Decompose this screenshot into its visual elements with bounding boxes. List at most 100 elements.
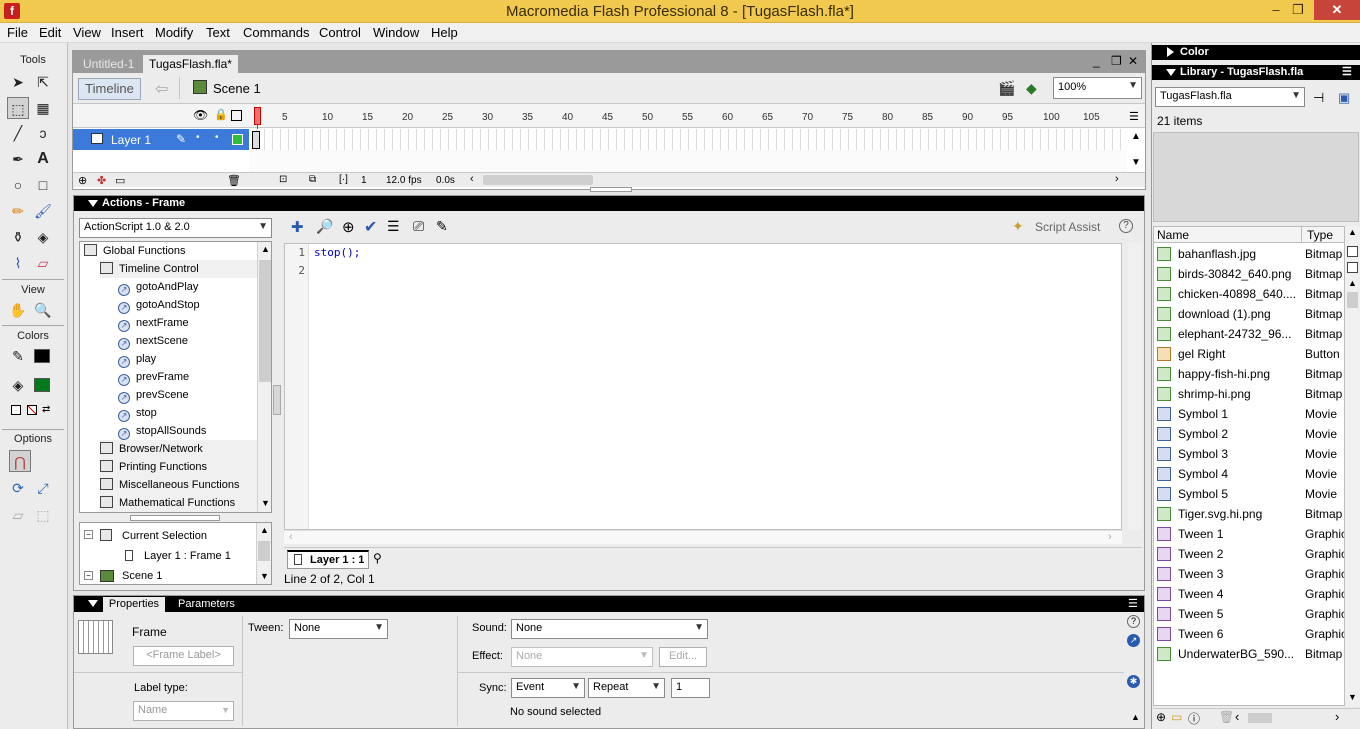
tree-folder-browser-network[interactable]: Browser/Network — [100, 440, 258, 458]
brush-tool-icon[interactable]: 🖌 — [32, 200, 54, 222]
frame-label-input[interactable]: <Frame Label> — [133, 646, 234, 666]
library-item[interactable]: Symbol 5 Movie — [1154, 484, 1344, 504]
visibility-dot-icon[interactable]: • — [196, 132, 200, 143]
menu-window[interactable]: Window — [373, 25, 419, 40]
expand-collapse-icon[interactable]: ▲ — [1131, 712, 1140, 722]
tree-scroll-thumb[interactable] — [259, 260, 271, 382]
tree-item-nextframe[interactable]: ↗ nextFrame — [118, 314, 189, 332]
insert-layer-icon[interactable]: ⊕ — [78, 174, 87, 187]
library-item[interactable]: Tween 4 Graphic — [1154, 584, 1344, 604]
library-item[interactable]: chicken-40898_640.... Bitmap — [1154, 284, 1344, 304]
editor-hscroll[interactable]: ‹ › — [284, 530, 1122, 544]
timeline-scroll-up-icon[interactable]: ▲ — [1131, 131, 1141, 142]
timeline-toggle-button[interactable]: Timeline — [78, 78, 141, 100]
scroll-down-icon[interactable]: ▼ — [1348, 692, 1357, 702]
collapse-triangle-icon[interactable] — [88, 200, 98, 207]
library-item[interactable]: Tween 3 Graphic — [1154, 564, 1344, 584]
tree-item-play[interactable]: ↗ play — [118, 350, 156, 368]
menu-edit[interactable]: Edit — [39, 25, 61, 40]
current-selection-label[interactable]: Current Selection — [122, 530, 207, 542]
menu-file[interactable]: File — [7, 25, 28, 40]
edit-symbols-icon[interactable]: ◆ — [1026, 80, 1037, 97]
scale-icon[interactable]: ⤢ — [32, 477, 54, 499]
repeat-select[interactable]: Repeat ▼ — [588, 678, 665, 698]
doc-close-button[interactable]: ✕ — [1128, 54, 1138, 68]
script-assist-wand-icon[interactable]: ✦ — [1012, 218, 1024, 235]
scroll-down-icon[interactable]: ▼ — [260, 571, 269, 581]
collapse-box-icon[interactable]: − — [84, 530, 93, 539]
close-window-button[interactable]: ✕ — [1314, 0, 1360, 20]
tree-folder-global-functions[interactable]: Global Functions — [84, 242, 186, 260]
col-type-header[interactable]: Type — [1307, 228, 1333, 242]
help-icon[interactable]: ? — [1119, 219, 1133, 233]
library-item[interactable]: Symbol 2 Movie — [1154, 424, 1344, 444]
navigator-scrollbar[interactable]: ▲ ▼ — [256, 523, 271, 584]
panel-splitter-handle[interactable] — [590, 187, 632, 192]
rotate-skew-icon[interactable]: ⟳ — [7, 477, 29, 499]
tree-item-stop[interactable]: ↗ stop — [118, 404, 157, 422]
actionscript-version-select[interactable]: ActionScript 1.0 & 2.0 ▼ — [79, 218, 272, 238]
zoom-tool-icon[interactable]: 🔍 — [32, 299, 54, 321]
black-white-icon[interactable] — [11, 405, 21, 415]
library-item[interactable]: birds-30842_640.png Bitmap — [1154, 264, 1344, 284]
library-scroll-left-icon[interactable]: ‹ — [1235, 709, 1239, 724]
layer-row[interactable]: Layer 1 ✎ • • — [73, 129, 249, 150]
library-menu-icon[interactable]: ☰ — [1342, 65, 1352, 78]
rectangle-tool-icon[interactable]: □ — [32, 174, 54, 196]
ink-bottle-icon[interactable]: ⚱ — [7, 226, 29, 248]
library-item[interactable]: Symbol 4 Movie — [1154, 464, 1344, 484]
sync-select[interactable]: Event ▼ — [511, 678, 585, 698]
insert-target-path-icon[interactable]: ⊕ — [342, 218, 355, 236]
lasso-tool-icon[interactable]: ↄ — [32, 122, 54, 144]
tree-folder-mathematical-functions[interactable]: Mathematical Functions — [100, 494, 258, 512]
eraser-icon[interactable]: ▱ — [32, 252, 54, 274]
frames-grid[interactable] — [249, 129, 1127, 150]
subselection-arrow-icon[interactable]: ⇱ — [32, 71, 54, 93]
timeline-scroll-down-icon[interactable]: ▼ — [1131, 157, 1141, 168]
navigator-scene-item[interactable]: Scene 1 — [122, 570, 162, 582]
scroll-down-icon[interactable]: ▼ — [261, 498, 270, 508]
library-vscroll[interactable]: ▲ ▲ ▼ — [1345, 226, 1360, 706]
pin-library-icon[interactable]: ⊣ — [1313, 90, 1324, 106]
stroke-color-swatch[interactable] — [34, 349, 50, 363]
pin-script-icon[interactable]: ⚲ — [373, 551, 382, 565]
tab-properties[interactable]: Properties — [103, 597, 165, 612]
outline-color-swatch[interactable] — [232, 134, 243, 145]
tree-folder-miscellaneous-functions[interactable]: Miscellaneous Functions — [100, 476, 258, 494]
text-tool-icon[interactable]: A — [32, 148, 54, 170]
scroll-up-icon[interactable]: ▲ — [260, 525, 269, 535]
script-assist-button[interactable]: Script Assist — [1035, 220, 1100, 234]
tree-item-prevframe[interactable]: ↗ prevFrame — [118, 368, 189, 386]
library-item[interactable]: download (1).png Bitmap — [1154, 304, 1344, 324]
properties-icon[interactable]: ⓘ — [1188, 710, 1200, 727]
paint-bucket-icon[interactable]: ◈ — [32, 226, 54, 248]
line-tool-icon[interactable]: ╱ — [7, 122, 29, 144]
collapse-triangle-icon[interactable] — [1166, 69, 1176, 76]
editor-vscroll[interactable] — [1128, 243, 1142, 530]
check-syntax-icon[interactable]: ✔ — [364, 217, 377, 237]
tree-folder-timeline-control[interactable]: Timeline Control — [100, 260, 258, 278]
pen-tool-icon[interactable]: ✒ — [7, 148, 29, 170]
tree-folder-printing-functions[interactable]: Printing Functions — [100, 458, 258, 476]
tab-untitled-1[interactable]: Untitled-1 — [77, 55, 140, 73]
zoom-select[interactable]: 100% ▼ — [1053, 77, 1142, 99]
actions-panel-header[interactable]: Actions - Frame — [74, 196, 1144, 211]
library-item[interactable]: Symbol 1 Movie — [1154, 404, 1344, 424]
navigator-scroll-thumb[interactable] — [258, 541, 270, 561]
library-panel-header[interactable]: Library - TugasFlash.fla ☰ — [1152, 65, 1360, 80]
col-name-header[interactable]: Name — [1157, 228, 1189, 242]
insert-folder-icon[interactable]: ▭ — [115, 174, 125, 187]
center-frame-icon[interactable]: ⊡ — [279, 174, 287, 185]
swap-colors-icon[interactable]: ⇄ — [42, 405, 53, 415]
timeline-hscroll-thumb[interactable] — [483, 175, 593, 185]
library-item[interactable]: Tween 5 Graphic — [1154, 604, 1344, 624]
menu-help[interactable]: Help — [431, 25, 458, 40]
expand-triangle-icon[interactable] — [1167, 47, 1174, 57]
free-transform-icon[interactable]: ⬚ — [7, 97, 29, 119]
new-symbol-icon[interactable]: ⊕ — [1156, 710, 1166, 724]
script-editor[interactable]: 1 2 stop(); — [284, 243, 1122, 530]
tree-scrollbar[interactable]: ▲ ▼ — [257, 242, 271, 512]
timeline-menu-icon[interactable]: ☰ — [1129, 110, 1139, 123]
oval-tool-icon[interactable]: ○ — [7, 174, 29, 196]
color-panel-header[interactable]: Color — [1152, 45, 1360, 60]
